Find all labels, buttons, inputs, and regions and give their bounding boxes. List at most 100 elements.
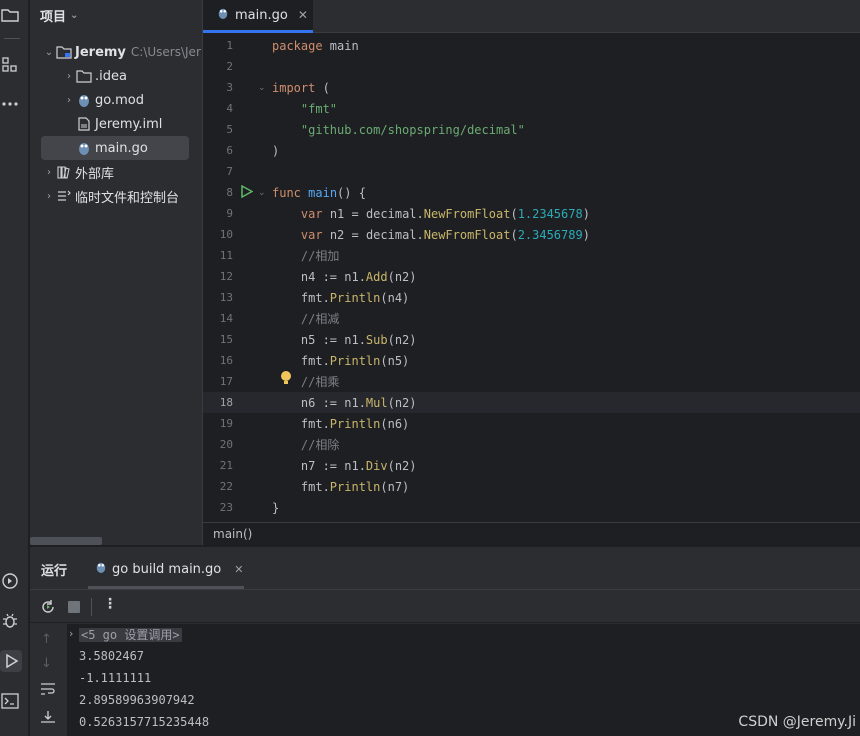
more-vertical-icon[interactable]: ⋮ — [103, 596, 117, 612]
project-panel-header[interactable]: 项目 ⌄ — [40, 6, 78, 25]
code-line[interactable]: 8 func main() { — [203, 182, 860, 203]
code-line[interactable]: 16 fmt.Println(n5) — [203, 350, 860, 371]
code-text[interactable]: func main() { — [272, 186, 366, 200]
line-number[interactable]: 3 — [203, 81, 233, 94]
code-text[interactable]: n5 := n1.Sub(n2) — [272, 333, 417, 347]
tree-item-idea[interactable]: › .idea — [30, 64, 202, 88]
line-number[interactable]: 20 — [203, 438, 233, 451]
line-number[interactable]: 18 — [203, 396, 233, 409]
code-text[interactable]: fmt.Println(n6) — [272, 417, 409, 431]
code-text[interactable]: var n2 = decimal.NewFromFloat(2.3456789) — [272, 228, 590, 242]
line-number[interactable]: 12 — [203, 270, 233, 283]
tab-main-go[interactable]: main.go ✕ — [203, 0, 313, 33]
debug-icon[interactable] — [0, 611, 20, 631]
line-number[interactable]: 14 — [203, 312, 233, 325]
arrow-down-icon[interactable]: ↓ — [41, 656, 52, 671]
code-text[interactable]: //相加 — [272, 247, 339, 264]
line-number[interactable]: 16 — [203, 354, 233, 367]
line-number[interactable]: 13 — [203, 291, 233, 304]
services-icon[interactable] — [0, 571, 20, 591]
code-text[interactable]: import ( — [272, 81, 330, 95]
breadcrumb[interactable]: main() — [203, 522, 860, 545]
folder-icon[interactable] — [0, 5, 20, 25]
stop-icon[interactable] — [68, 601, 80, 613]
code-line[interactable]: 11 //相加 — [203, 245, 860, 266]
rerun-icon[interactable] — [40, 599, 56, 619]
code-text[interactable]: "fmt" — [272, 102, 337, 116]
fold-icon[interactable]: ⌄ — [258, 188, 266, 198]
code-text[interactable]: var n1 = decimal.NewFromFloat(1.2345678) — [272, 207, 590, 221]
code-area[interactable]: 1 package main 2 3 import (4 "fmt" 5 "github.… — [203, 35, 860, 521]
code-line[interactable]: 3 import ( — [203, 77, 860, 98]
arrow-up-icon[interactable]: ↑ — [41, 632, 52, 647]
code-text[interactable]: n6 := n1.Mul(n2) — [272, 396, 417, 410]
line-number[interactable]: 8 — [203, 186, 233, 199]
code-text[interactable]: fmt.Println(n7) — [272, 480, 409, 494]
code-text[interactable]: ) — [272, 144, 279, 158]
tree-item-gomod[interactable]: › go.mod — [30, 88, 202, 112]
structure-icon[interactable] — [0, 55, 20, 75]
more-icon[interactable] — [0, 94, 20, 114]
code-line[interactable]: 19 fmt.Println(n6) — [203, 413, 860, 434]
soft-wrap-icon[interactable] — [40, 682, 56, 700]
run-icon[interactable] — [0, 650, 22, 672]
code-line[interactable]: 6) — [203, 140, 860, 161]
close-icon[interactable]: ✕ — [234, 563, 243, 576]
tree-item-main-go[interactable]: main.go — [41, 136, 189, 160]
line-number[interactable]: 11 — [203, 249, 233, 262]
line-number[interactable]: 9 — [203, 207, 233, 220]
code-line[interactable]: 20 //相除 — [203, 434, 860, 455]
code-line[interactable]: 17 //相乘 — [203, 371, 860, 392]
code-text[interactable]: fmt.Println(n4) — [272, 291, 409, 305]
tree-item-iml[interactable]: Jeremy.iml — [30, 112, 202, 136]
line-number[interactable]: 15 — [203, 333, 233, 346]
run-gutter-icon[interactable] — [240, 184, 254, 202]
code-line[interactable]: 10 var n2 = decimal.NewFromFloat(2.34567… — [203, 224, 860, 245]
tree-item-external-libraries[interactable]: › 外部库 — [30, 160, 202, 184]
line-number[interactable]: 1 — [203, 39, 233, 52]
code-line[interactable]: 15 n5 := n1.Sub(n2) — [203, 329, 860, 350]
code-line[interactable]: 18 n6 := n1.Mul(n2) — [203, 392, 860, 413]
code-line[interactable]: 21 n7 := n1.Div(n2) — [203, 455, 860, 476]
scroll-to-end-icon[interactable] — [40, 710, 56, 728]
line-number[interactable]: 19 — [203, 417, 233, 430]
run-tab[interactable]: go build main.go ✕ — [95, 557, 243, 581]
tree-item-root[interactable]: ⌄ Jeremy C:\Users\Jer — [30, 40, 202, 64]
code-line[interactable]: 23} — [203, 497, 860, 518]
code-text[interactable]: } — [272, 501, 279, 515]
line-number[interactable]: 2 — [203, 60, 233, 73]
code-line[interactable]: 13 fmt.Println(n4) — [203, 287, 860, 308]
line-number[interactable]: 21 — [203, 459, 233, 472]
line-number[interactable]: 23 — [203, 501, 233, 514]
code-line[interactable]: 2 — [203, 56, 860, 77]
line-number[interactable]: 6 — [203, 144, 233, 157]
code-text[interactable]: n7 := n1.Div(n2) — [272, 459, 417, 473]
code-text[interactable]: package main — [272, 39, 359, 53]
code-text[interactable]: "github.com/shopspring/decimal" — [272, 123, 525, 137]
code-text[interactable]: fmt.Println(n5) — [272, 354, 409, 368]
horizontal-scrollbar[interactable] — [30, 537, 102, 545]
code-line[interactable]: 12 n4 := n1.Add(n2) — [203, 266, 860, 287]
line-number[interactable]: 4 — [203, 102, 233, 115]
code-line[interactable]: 4 "fmt" — [203, 98, 860, 119]
line-number[interactable]: 10 — [203, 228, 233, 241]
code-line[interactable]: 5 "github.com/shopspring/decimal" — [203, 119, 860, 140]
line-number[interactable]: 5 — [203, 123, 233, 136]
tree-item-scratches[interactable]: › 临时文件和控制台 — [30, 184, 202, 208]
code-line[interactable]: 22 fmt.Println(n7) — [203, 476, 860, 497]
tree-item-label: Jeremy — [75, 44, 126, 60]
line-number[interactable]: 17 — [203, 375, 233, 388]
terminal-icon[interactable] — [0, 691, 20, 711]
line-number[interactable]: 22 — [203, 480, 233, 493]
code-text[interactable]: //相除 — [272, 436, 339, 453]
code-line[interactable]: 9 var n1 = decimal.NewFromFloat(1.234567… — [203, 203, 860, 224]
fold-icon[interactable]: ⌄ — [258, 83, 266, 93]
code-text[interactable]: //相减 — [272, 310, 339, 327]
line-number[interactable]: 7 — [203, 165, 233, 178]
code-text[interactable]: n4 := n1.Add(n2) — [272, 270, 417, 284]
code-line[interactable]: 7 — [203, 161, 860, 182]
code-line[interactable]: 14 //相减 — [203, 308, 860, 329]
code-line[interactable]: 1 package main — [203, 35, 860, 56]
lightbulb-icon[interactable] — [280, 370, 292, 390]
close-icon[interactable]: ✕ — [298, 8, 308, 22]
